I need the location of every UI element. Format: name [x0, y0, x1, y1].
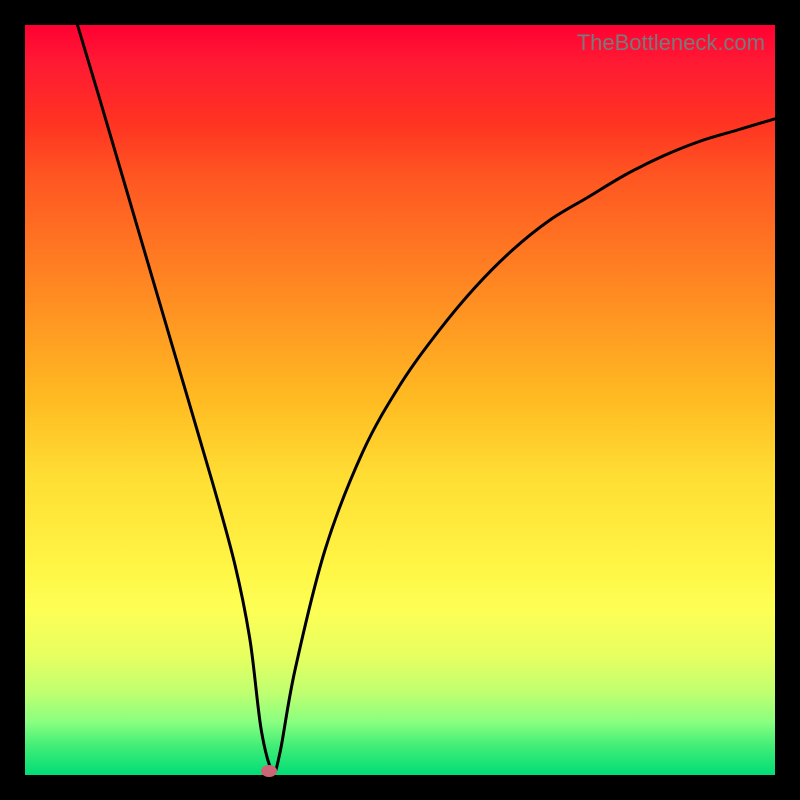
chart-container: TheBottleneck.com [0, 0, 800, 800]
curve-svg [25, 25, 775, 775]
watermark-text: TheBottleneck.com [577, 30, 765, 56]
minimum-marker [261, 765, 277, 777]
plot-area: TheBottleneck.com [25, 25, 775, 775]
bottleneck-curve-path [78, 25, 776, 772]
